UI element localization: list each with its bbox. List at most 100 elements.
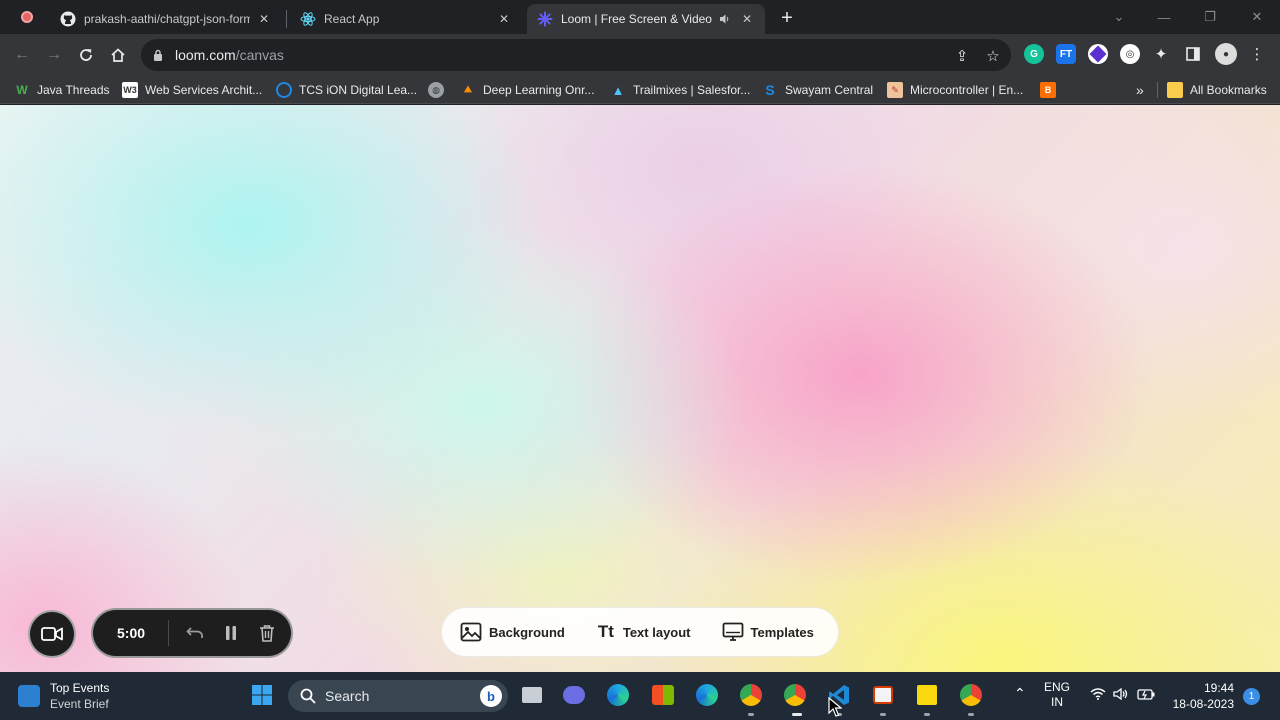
edge-beta-icon[interactable]	[694, 682, 720, 708]
bookmark-star-icon[interactable]: ☆	[984, 47, 1002, 65]
text-layout-button[interactable]: Tt Text layout	[596, 608, 691, 656]
taskbar-search[interactable]: Search b	[288, 680, 508, 712]
swayam-icon: S	[765, 82, 775, 98]
bing-icon[interactable]: b	[480, 685, 502, 707]
monitor-icon	[722, 621, 744, 643]
react-icon	[300, 11, 316, 27]
bookmark-blogger[interactable]: B	[1040, 81, 1063, 99]
volume-icon[interactable]	[1113, 687, 1129, 704]
windows-start-icon[interactable]	[249, 682, 275, 708]
teams-chat-icon[interactable]	[561, 682, 587, 708]
trailhead-icon: ▲	[611, 82, 625, 98]
grammarly-icon[interactable]: G	[1024, 44, 1044, 64]
controls-divider	[168, 620, 169, 646]
close-window-icon[interactable]: ✕	[1246, 6, 1268, 28]
bookmark-microcontroller[interactable]: ✎ Microcontroller | En...	[887, 81, 1023, 99]
widgets-button[interactable]: Top Events Event Brief	[18, 680, 109, 712]
bookmark-java-threads[interactable]: W Java Threads	[14, 81, 110, 99]
menu-kebab-icon[interactable]: ⋮	[1248, 45, 1266, 63]
tab-github[interactable]: prakash-aathi/chatgpt-json-form ✕	[50, 4, 282, 34]
running-indicator	[968, 713, 974, 716]
tab-title: Loom | Free Screen & Video	[561, 12, 712, 26]
canvas-options-bar: Background Tt Text layout Templates	[441, 607, 839, 657]
search-label: Search	[325, 688, 370, 704]
bookmark-trailmixes[interactable]: ▲ Trailmixes | Salesfor...	[610, 81, 751, 99]
share-icon[interactable]: ⇪	[953, 47, 971, 65]
speaker-icon[interactable]	[717, 11, 733, 27]
globe-icon: ◍	[428, 82, 444, 98]
pause-icon[interactable]	[221, 623, 241, 643]
bookmark-label: Trailmixes | Salesfor...	[633, 83, 751, 97]
microsoft-store-icon[interactable]	[650, 682, 676, 708]
widget-title: Top Events	[50, 681, 110, 695]
circle-extension-icon[interactable]: ◎	[1120, 44, 1140, 64]
maximize-icon[interactable]: ❐	[1199, 6, 1221, 28]
edge-icon[interactable]	[605, 682, 631, 708]
home-icon[interactable]	[106, 43, 130, 67]
notification-badge[interactable]: 1	[1243, 688, 1260, 705]
purple-extension-icon[interactable]	[1088, 44, 1108, 64]
snipping-tool-icon[interactable]	[870, 682, 896, 708]
battery-icon[interactable]	[1137, 689, 1155, 704]
tab-react-app[interactable]: React App ✕	[290, 4, 522, 34]
templates-button[interactable]: Templates	[722, 608, 814, 656]
camera-toggle-button[interactable]	[28, 610, 76, 658]
bookmark-label: Java Threads	[37, 83, 110, 97]
system-clock[interactable]: 19:44 18-08-2023	[1168, 680, 1234, 712]
bookmark-tcs-ion[interactable]: TCS iON Digital Lea...	[276, 81, 417, 99]
chrome-active-icon[interactable]	[782, 682, 808, 708]
recording-controls: 5:00	[91, 608, 293, 658]
tab-search-icon[interactable]: ⌄	[1108, 6, 1130, 28]
bookmark-label: Microcontroller | En...	[910, 83, 1024, 97]
running-indicator	[880, 713, 886, 716]
undo-icon[interactable]	[185, 623, 205, 643]
delete-trash-icon[interactable]	[257, 623, 277, 643]
bookmarks-divider	[1157, 82, 1158, 98]
github-icon	[60, 11, 76, 27]
background-button[interactable]: Background	[460, 608, 565, 656]
w3-logo-icon: W3	[122, 82, 138, 98]
bookmarks-overflow-button[interactable]: »	[1136, 81, 1144, 99]
tab-strip: prakash-aathi/chatgpt-json-form ✕ React …	[0, 0, 1280, 34]
screen: prakash-aathi/chatgpt-json-form ✕ React …	[0, 0, 1280, 720]
wifi-icon[interactable]	[1090, 688, 1106, 704]
templates-label: Templates	[750, 624, 814, 640]
bookmark-web-services[interactable]: W3 Web Services Archit...	[122, 81, 262, 99]
bookmark-deep-learning[interactable]: ⯅ Deep Learning Onr...	[460, 81, 595, 99]
tab-loom[interactable]: Loom | Free Screen & Video ✕	[527, 4, 765, 34]
ft-extension-icon[interactable]: FT	[1056, 44, 1076, 64]
folder-icon	[1167, 82, 1183, 98]
new-tab-button[interactable]: +	[776, 7, 798, 29]
back-icon[interactable]: ←	[10, 43, 34, 67]
profile-avatar[interactable]: ●	[1215, 43, 1237, 65]
lock-icon	[154, 49, 162, 61]
loom-icon	[537, 11, 553, 27]
url-text: loom.com/canvas	[175, 47, 284, 63]
reload-icon[interactable]	[74, 43, 98, 67]
task-view-icon[interactable]	[519, 682, 545, 708]
side-panel-icon[interactable]	[1184, 45, 1202, 63]
blogger-icon: B	[1040, 82, 1056, 98]
tab-close-icon[interactable]: ✕	[496, 11, 512, 27]
forward-icon[interactable]: →	[42, 43, 66, 67]
sticky-notes-icon[interactable]	[914, 682, 940, 708]
tray-overflow-icon[interactable]: ⌃	[1014, 686, 1026, 701]
mouse-cursor-icon	[828, 697, 842, 717]
tab-title: React App	[324, 12, 380, 26]
tab-close-icon[interactable]: ✕	[739, 11, 755, 27]
all-bookmarks-label: All Bookmarks	[1190, 83, 1267, 97]
address-bar[interactable]: loom.com/canvas ⇪ ☆	[141, 39, 1011, 71]
language-indicator[interactable]: ENG IN	[1044, 680, 1070, 710]
bookmark-globe[interactable]: ◍	[428, 81, 451, 99]
all-bookmarks-folder[interactable]: All Bookmarks	[1167, 81, 1267, 99]
w-logo-icon: W	[16, 83, 28, 97]
chrome-icon[interactable]	[958, 682, 984, 708]
chrome-profile-icon[interactable]	[738, 682, 764, 708]
bookmark-swayam[interactable]: S Swayam Central	[762, 81, 873, 99]
url-host: loom.com	[175, 47, 236, 63]
windows-taskbar: Top Events Event Brief Search b ⌃ ENG IN…	[0, 672, 1280, 720]
tab-close-icon[interactable]: ✕	[256, 11, 272, 27]
extensions-puzzle-icon[interactable]: ✦	[1152, 45, 1170, 63]
minimize-icon[interactable]: —	[1153, 6, 1175, 28]
recording-indicator-icon	[21, 11, 33, 23]
